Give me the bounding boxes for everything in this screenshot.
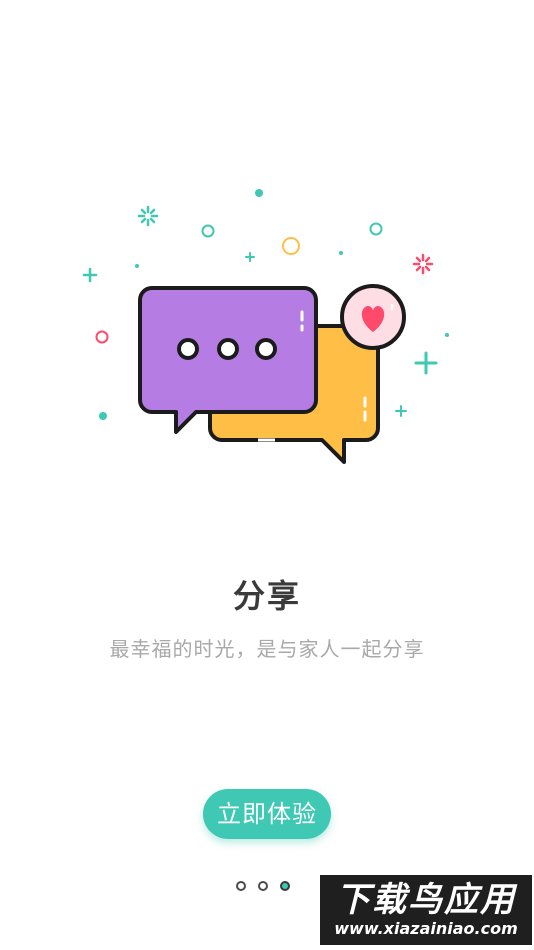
- page-indicator: [236, 881, 290, 895]
- sparkle-icon: [137, 205, 159, 227]
- plus-icon: [245, 252, 255, 262]
- purple-chat-bubble: [138, 286, 318, 434]
- dot-decoration: [255, 189, 263, 197]
- dot-decoration: [445, 333, 449, 337]
- try-now-button[interactable]: 立即体验: [203, 789, 331, 839]
- watermark-brand: 下载鸟应用: [336, 880, 516, 920]
- watermark-logo: 下载鸟应用 www.xiazainiao.com: [320, 875, 532, 945]
- typing-dot-icon: [177, 338, 199, 360]
- dot-decoration: [99, 412, 107, 420]
- watermark-url: www.xiazainiao.com: [334, 919, 518, 938]
- dot-decoration: [339, 251, 343, 255]
- ring-decoration: [201, 224, 215, 238]
- typing-dot-icon: [217, 338, 239, 360]
- ring-decoration: [95, 330, 109, 344]
- plus-icon: [395, 405, 407, 417]
- ring-decoration: [282, 237, 300, 255]
- sparkle-icon: [412, 253, 434, 275]
- page-dot-1[interactable]: [236, 881, 246, 891]
- dot-decoration: [135, 264, 139, 268]
- plus-icon: [82, 267, 98, 283]
- plus-icon: [414, 351, 438, 375]
- typing-dot-icon: [255, 338, 277, 360]
- page-dot-3-active[interactable]: [280, 881, 290, 891]
- page-dot-2[interactable]: [258, 881, 268, 891]
- heart-badge-icon: [340, 284, 406, 350]
- chat-bubbles-illustration: [82, 189, 449, 464]
- onboarding-title: 分享: [232, 577, 301, 615]
- ring-decoration: [369, 222, 383, 236]
- onboarding-subtitle: 最幸福的时光，是与家人一起分享: [109, 637, 425, 661]
